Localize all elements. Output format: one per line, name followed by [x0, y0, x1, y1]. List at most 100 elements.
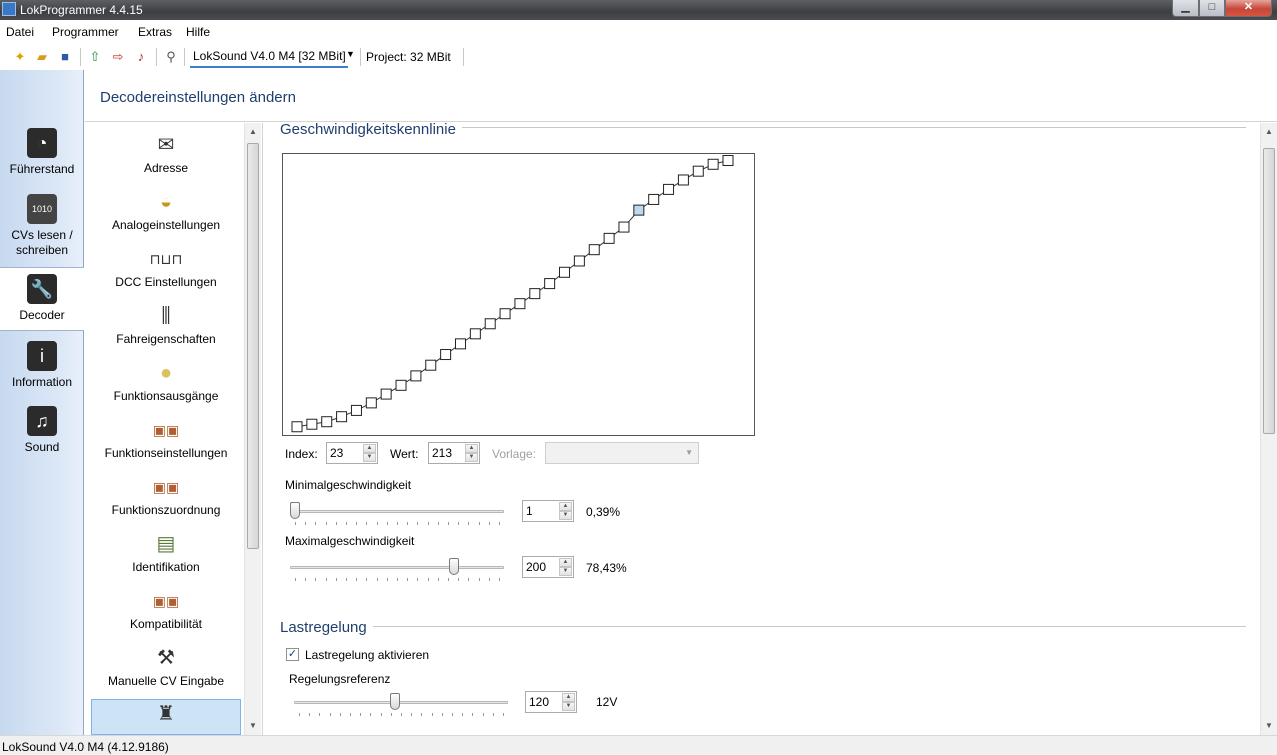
sound-play-icon[interactable]: ♪ [133, 49, 149, 65]
curve-point[interactable] [633, 204, 645, 216]
wert-spinner[interactable]: 213 ▲ ▼ [428, 442, 480, 464]
category-funktionseinstellungen[interactable]: ▣▣ Funktionseinstellungen [91, 416, 241, 470]
curve-point[interactable] [618, 221, 630, 233]
nav-fuehrerstand[interactable]: ◔ Führerstand [0, 128, 84, 188]
spin-up-icon[interactable]: ▲ [559, 502, 572, 511]
curve-point[interactable] [336, 411, 348, 423]
curve-point[interactable] [440, 349, 452, 361]
slider-tick [503, 713, 504, 716]
spin-up-icon[interactable]: ▲ [363, 444, 376, 453]
curve-point[interactable] [395, 379, 407, 391]
spin-up-icon[interactable]: ▲ [562, 693, 575, 702]
menu-datei[interactable]: Datei [6, 25, 34, 39]
decoder-type-dropdown[interactable]: LokSound V4.0 M4 [32 MBit] ▼ [190, 47, 357, 68]
upload-icon[interactable]: ⇧ [87, 49, 103, 65]
nav-sound[interactable]: ♫ Sound [0, 406, 84, 461]
tool-icon[interactable]: ⚲ [163, 49, 179, 65]
index-spinner[interactable]: 23 ▲ ▼ [326, 442, 378, 464]
category-funktionsausgaenge[interactable]: ● Funktionsausgänge [91, 359, 241, 413]
main-scrollbar[interactable]: ▲ ▼ [1260, 123, 1277, 735]
category-adresse[interactable]: ✉ Adresse [91, 131, 241, 185]
spin-down-icon[interactable]: ▼ [559, 511, 572, 520]
slider-thumb[interactable] [449, 558, 460, 575]
curve-point[interactable] [306, 418, 318, 430]
curve-point[interactable] [350, 404, 362, 416]
curve-point[interactable] [380, 388, 392, 400]
curve-point[interactable] [722, 155, 734, 167]
category-identifikation[interactable]: ▤ Identifikation [91, 530, 241, 584]
nav-information[interactable]: i Information [0, 341, 84, 396]
menu-programmer[interactable]: Programmer [52, 25, 119, 39]
max-speed-spinner[interactable]: 200 ▲ ▼ [522, 556, 574, 578]
min-speed-slider[interactable] [290, 501, 504, 525]
curve-point[interactable] [425, 359, 437, 371]
download-icon[interactable]: ⇨ [110, 49, 126, 65]
menu-hilfe[interactable]: Hilfe [186, 25, 210, 39]
category-manuelle-cv-eingabe[interactable]: ⚒ Manuelle CV Eingabe [91, 644, 241, 698]
slider-track[interactable] [290, 510, 504, 513]
slider-ticks [294, 713, 508, 717]
slider-thumb[interactable] [290, 502, 300, 519]
slider-thumb[interactable] [389, 693, 400, 710]
curve-point[interactable] [692, 165, 704, 177]
speed-curve-chart[interactable] [282, 153, 755, 436]
curve-point[interactable] [514, 298, 526, 310]
save-icon[interactable]: ■ [57, 49, 73, 65]
scroll-down-icon[interactable]: ▼ [249, 721, 257, 730]
scroll-down-icon[interactable]: ▼ [1265, 721, 1273, 730]
load-control-checkbox[interactable]: ✓ [286, 648, 299, 661]
slider-track[interactable] [294, 701, 508, 704]
category-selected[interactable]: ♜ [91, 699, 241, 735]
slider-track[interactable] [290, 566, 504, 569]
curve-point[interactable] [499, 308, 511, 320]
reference-slider[interactable] [294, 692, 508, 717]
curve-point[interactable] [573, 255, 585, 267]
open-folder-icon[interactable]: ▰ [34, 49, 50, 65]
curve-point[interactable] [559, 266, 571, 278]
curve-point[interactable] [469, 328, 481, 340]
curve-point[interactable] [365, 397, 377, 409]
category-funktionszuordnung[interactable]: ▣▣ Funktionszuordnung [91, 473, 241, 527]
menu-extras[interactable]: Extras [138, 25, 172, 39]
category-kompatibilitaet[interactable]: ▣▣ Kompatibilität [91, 587, 241, 641]
curve-point[interactable] [677, 174, 689, 186]
spin-down-icon[interactable]: ▼ [363, 453, 376, 462]
category-dcc-einstellungen[interactable]: ⊓⊔⊓ DCC Einstellungen [91, 245, 241, 299]
slider-tick [305, 522, 307, 525]
curve-point[interactable] [410, 370, 422, 382]
curve-point[interactable] [707, 158, 719, 170]
curve-point[interactable] [291, 421, 303, 433]
spin-down-icon[interactable]: ▼ [562, 702, 575, 711]
curve-point[interactable] [603, 232, 615, 244]
curve-point[interactable] [529, 288, 541, 300]
scroll-up-icon[interactable]: ▲ [1265, 127, 1273, 136]
close-button[interactable]: ✕ [1225, 0, 1272, 17]
maximize-button[interactable]: □ [1199, 0, 1225, 17]
scroll-up-icon[interactable]: ▲ [249, 127, 257, 136]
new-file-icon[interactable]: ✦ [12, 49, 28, 65]
min-speed-spinner[interactable]: 1 ▲ ▼ [522, 500, 574, 522]
category-fahreigenschaften[interactable]: ⫼ Fahreigenschaften [91, 302, 241, 356]
music-note-icon: ♫ [27, 406, 57, 436]
curve-point[interactable] [321, 416, 333, 428]
curve-point[interactable] [588, 244, 600, 256]
reference-spinner[interactable]: 120 ▲ ▼ [525, 691, 577, 713]
curve-point[interactable] [544, 278, 556, 290]
slider-tick [468, 522, 470, 525]
curve-point[interactable] [663, 183, 675, 195]
spin-up-icon[interactable]: ▲ [559, 558, 572, 567]
spin-down-icon[interactable]: ▼ [465, 453, 478, 462]
max-speed-slider[interactable] [290, 557, 504, 581]
category-analogeinstellungen[interactable]: ◒ Analogeinstellungen [91, 188, 241, 242]
nav-cvs-lesen-schreiben[interactable]: 1010 CVs lesen / schreiben [0, 194, 84, 264]
category-scrollbar[interactable]: ▲ ▼ [244, 123, 261, 735]
curve-point[interactable] [484, 318, 496, 330]
nav-decoder[interactable]: 🔧 Decoder [0, 267, 84, 331]
minimize-button[interactable]: ▁ [1172, 0, 1199, 17]
scrollbar-thumb[interactable] [1263, 148, 1275, 434]
spin-up-icon[interactable]: ▲ [465, 444, 478, 453]
curve-point[interactable] [648, 193, 660, 205]
spin-down-icon[interactable]: ▼ [559, 567, 572, 576]
curve-point[interactable] [454, 338, 466, 350]
scrollbar-thumb[interactable] [247, 143, 259, 549]
